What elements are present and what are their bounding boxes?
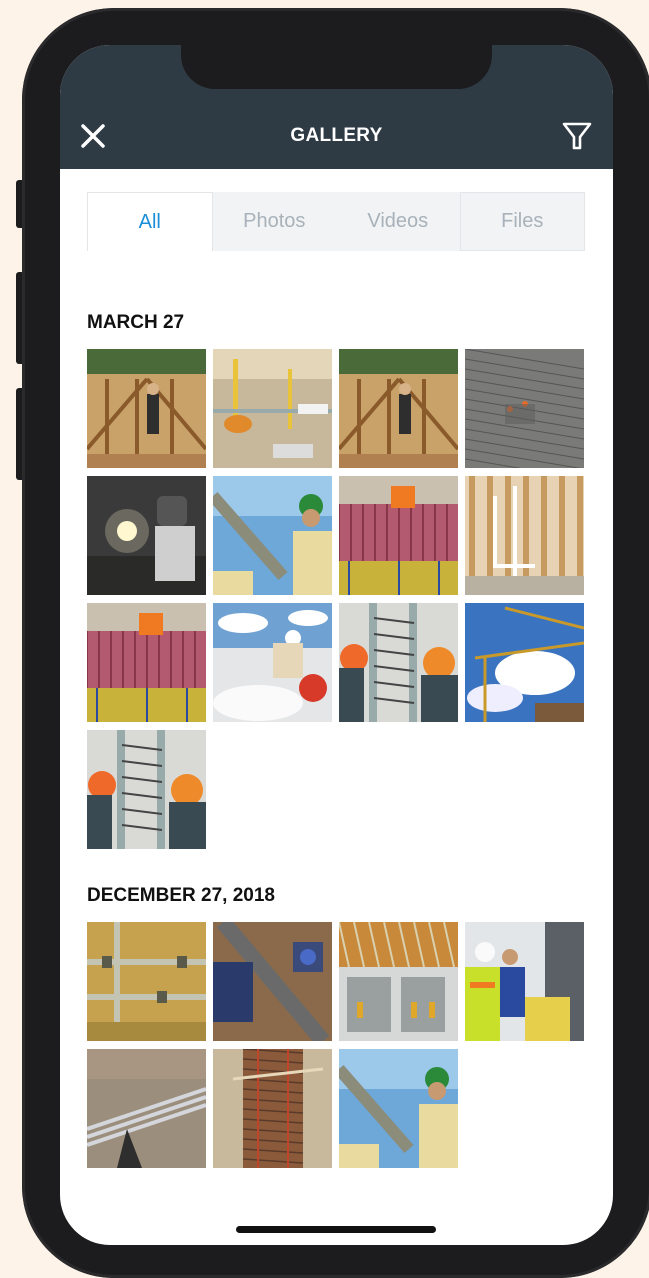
- photo-thumbnail-conduit-ground[interactable]: [87, 1049, 206, 1168]
- photo-thumbnail-framing-interior[interactable]: [465, 476, 584, 595]
- page-title: GALLERY: [290, 125, 383, 146]
- photo-thumbnail-rebar-trench[interactable]: [213, 1049, 332, 1168]
- section-title-december-27-2018: DECEMBER 27, 2018: [87, 885, 275, 906]
- photo-thumbnail-cranes-sky[interactable]: [465, 603, 584, 722]
- home-indicator[interactable]: [236, 1226, 436, 1233]
- photo-thumbnail-worker-pipe[interactable]: [339, 1049, 458, 1168]
- gallery-tabs: All Photos Videos Files: [87, 192, 585, 251]
- photo-thumbnail-pipe-trench[interactable]: [213, 922, 332, 1041]
- notch: [181, 45, 492, 89]
- photo-thumbnail-workers-vests[interactable]: [465, 922, 584, 1041]
- photo-thumbnail-rebar-bucket[interactable]: [339, 476, 458, 595]
- photo-thumbnail-welder[interactable]: [87, 476, 206, 595]
- tab-files[interactable]: Files: [459, 192, 585, 251]
- photo-thumbnail-wall-pipes[interactable]: [87, 922, 206, 1041]
- tab-all[interactable]: All: [87, 192, 213, 251]
- photo-thumbnail-electrical-workers[interactable]: [339, 603, 458, 722]
- app-screen: GALLERY All Photos Videos Files MARCH 27…: [60, 45, 613, 1245]
- tab-videos[interactable]: Videos: [336, 192, 460, 251]
- photo-thumbnail-rebar-bucket[interactable]: [87, 603, 206, 722]
- section-title-march-27: MARCH 27: [87, 312, 185, 333]
- photo-thumbnail-electrical-panel[interactable]: [339, 922, 458, 1041]
- filter-icon[interactable]: [560, 119, 594, 153]
- photo-thumbnail-crane-site[interactable]: [213, 349, 332, 468]
- photo-thumbnail-rebar-field[interactable]: [465, 349, 584, 468]
- photo-thumbnail-electrical-workers[interactable]: [87, 730, 206, 849]
- photo-thumbnail-concrete-saw[interactable]: [213, 603, 332, 722]
- photo-thumbnail-roof-trusses[interactable]: [87, 349, 206, 468]
- tab-photos[interactable]: Photos: [213, 192, 337, 251]
- photo-thumbnail-worker-pipe[interactable]: [213, 476, 332, 595]
- photo-thumbnail-roof-trusses[interactable]: [339, 349, 458, 468]
